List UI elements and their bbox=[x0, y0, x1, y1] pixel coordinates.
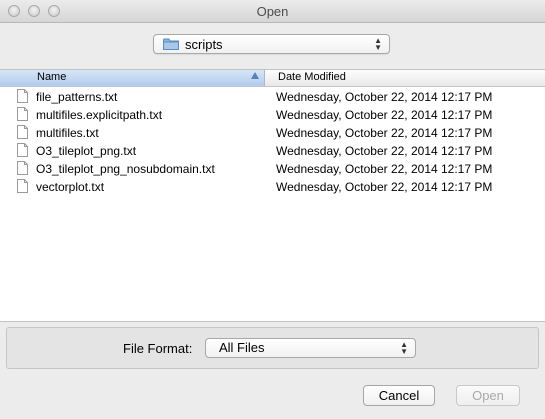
file-date: Wednesday, October 22, 2014 12:17 PM bbox=[276, 126, 493, 140]
file-name: O3_tileplot_png_nosubdomain.txt bbox=[36, 162, 215, 176]
file-date: Wednesday, October 22, 2014 12:17 PM bbox=[276, 162, 493, 176]
file-name: multifiles.txt bbox=[36, 126, 99, 140]
date-modified-column-header[interactable]: Date Modified bbox=[278, 71, 346, 83]
file-row[interactable]: file_patterns.txt Wednesday, October 22,… bbox=[0, 88, 545, 106]
file-name: file_patterns.txt bbox=[36, 90, 118, 104]
file-date: Wednesday, October 22, 2014 12:17 PM bbox=[276, 108, 493, 122]
document-icon bbox=[17, 179, 28, 193]
file-date: Wednesday, October 22, 2014 12:17 PM bbox=[276, 180, 493, 194]
file-format-label: File Format: bbox=[123, 341, 193, 356]
folder-icon bbox=[163, 38, 179, 50]
document-icon bbox=[17, 143, 28, 157]
file-date: Wednesday, October 22, 2014 12:17 PM bbox=[276, 90, 493, 104]
file-row[interactable]: multifiles.explicitpath.txt Wednesday, O… bbox=[0, 106, 545, 124]
file-list: file_patterns.txt Wednesday, October 22,… bbox=[0, 88, 545, 196]
document-icon bbox=[17, 161, 28, 175]
location-popup[interactable]: scripts ▲ ▼ bbox=[153, 34, 390, 54]
file-date: Wednesday, October 22, 2014 12:17 PM bbox=[276, 144, 493, 158]
file-name: vectorplot.txt bbox=[36, 180, 105, 194]
file-name: O3_tileplot_png.txt bbox=[36, 144, 137, 158]
file-row[interactable]: O3_tileplot_png_nosubdomain.txt Wednesda… bbox=[0, 160, 545, 178]
file-format-panel: File Format: All Files ▲ ▼ bbox=[6, 327, 539, 369]
cancel-button[interactable]: Cancel bbox=[363, 385, 435, 406]
open-dialog: Open scripts ▲ ▼ Name Date Modified file_… bbox=[0, 0, 545, 419]
document-icon bbox=[17, 125, 28, 139]
column-header: Name Date Modified bbox=[0, 70, 545, 87]
current-folder-label: scripts bbox=[185, 37, 223, 52]
popup-arrows-icon: ▲ ▼ bbox=[374, 36, 382, 52]
sort-ascending-icon bbox=[251, 72, 259, 79]
location-toolbar: scripts ▲ ▼ bbox=[0, 23, 545, 68]
popup-arrows-icon: ▲ ▼ bbox=[400, 340, 408, 356]
document-icon bbox=[17, 107, 28, 121]
file-name: multifiles.explicitpath.txt bbox=[36, 108, 163, 122]
file-row[interactable]: O3_tileplot_png.txt Wednesday, October 2… bbox=[0, 142, 545, 160]
document-icon bbox=[17, 89, 28, 103]
file-format-popup[interactable]: All Files ▲ ▼ bbox=[205, 338, 416, 358]
file-browser: Name Date Modified file_patterns.txt Wed… bbox=[0, 69, 545, 322]
file-row[interactable]: multifiles.txt Wednesday, October 22, 20… bbox=[0, 124, 545, 142]
window-title: Open bbox=[256, 4, 289, 19]
file-row[interactable]: vectorplot.txt Wednesday, October 22, 20… bbox=[0, 178, 545, 196]
name-column-label: Name bbox=[37, 71, 67, 83]
title-bar: Open bbox=[0, 0, 545, 23]
name-column-header[interactable]: Name bbox=[0, 70, 265, 86]
open-button[interactable]: Open bbox=[456, 385, 520, 406]
file-format-value: All Files bbox=[219, 340, 265, 355]
